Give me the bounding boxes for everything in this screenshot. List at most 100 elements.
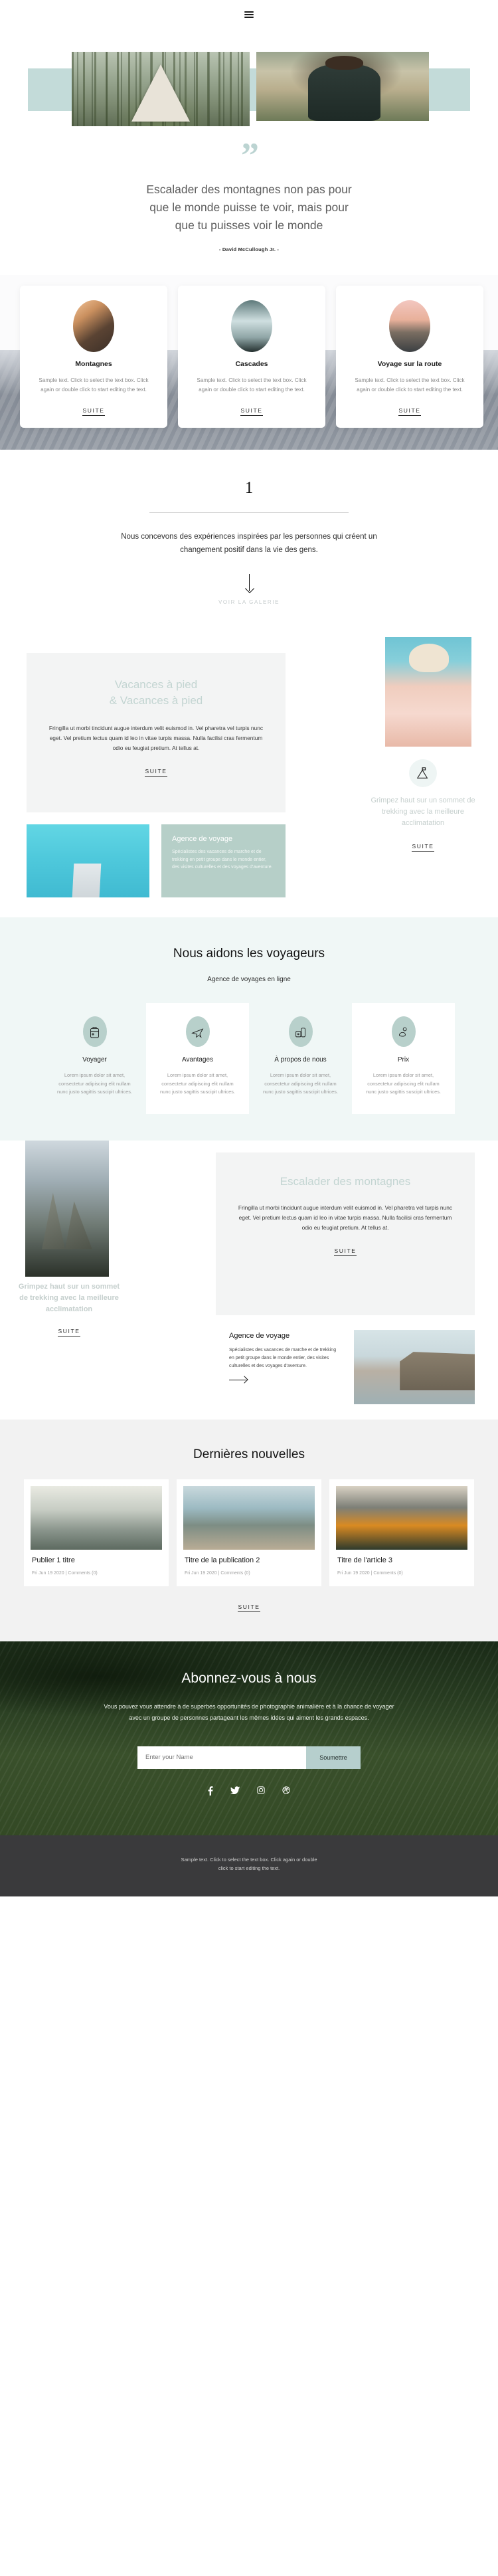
news-post-date: Fri Jun 19 2020 [337, 1570, 370, 1576]
card-title: Montagnes [75, 360, 112, 368]
footer-line-1: Sample text. Click to select the text bo… [181, 1856, 317, 1863]
rock-formation-photo [25, 1140, 109, 1277]
vacances-section: Vacances à pied & Vacances à pied Fringi… [0, 632, 498, 917]
quote-line-3: que tu puisses voir le monde [175, 219, 323, 232]
card-text: Sample text. Click to select the text bo… [39, 377, 149, 393]
helpers-subtitle: Agence de voyages en ligne [207, 976, 291, 983]
menu-bar-3 [244, 17, 254, 18]
instagram-icon[interactable] [257, 1786, 265, 1798]
subscribe-submit-button[interactable]: Soumettre [306, 1746, 361, 1769]
price-tag-icon [391, 1016, 416, 1047]
trekking-title: Grimpez haut sur un sommet de trekking a… [371, 796, 475, 827]
vacances-title-line-2: & Vacances à pied [109, 694, 203, 707]
intro-paragraph: Nous concevons des expériences inspirées… [121, 533, 377, 554]
escalader-section: Escalader des montagnes Fringilla ut mor… [0, 1140, 498, 1420]
news-card[interactable]: Publier 1 titre Fri Jun 19 2020 | Commen… [24, 1479, 169, 1586]
card-cascades[interactable]: Cascades Sample text. Click to select th… [178, 286, 325, 428]
quote-line-1: Escalader des montagnes non pas pour [146, 183, 352, 196]
woman-in-hat-photo [385, 637, 471, 747]
feature-title: Avantages [181, 1056, 214, 1063]
view-gallery-link[interactable]: VOIR LA GALERIE [0, 599, 498, 605]
card-more-link[interactable]: SUITE [240, 407, 263, 416]
trekking-title: Grimpez haut sur un sommet de trekking a… [18, 1282, 120, 1313]
feature-text: Lorem ipsum dolor sit amet, consectetur … [263, 1072, 338, 1095]
card-thumbnail-mountains [73, 300, 114, 352]
feature-text: Lorem ipsum dolor sit amet, consectetur … [57, 1072, 132, 1095]
escalader-panel: Escalader des montagnes Fringilla ut mor… [216, 1152, 475, 1315]
news-post-title[interactable]: Titre de l'article 3 [337, 1556, 467, 1564]
mountain-flag-icon [409, 759, 437, 787]
backpack-icon [82, 1016, 107, 1047]
news-card[interactable]: Titre de l'article 3 Fri Jun 19 2020 | C… [329, 1479, 474, 1586]
site-header [0, 0, 498, 29]
man-with-guitar-photo [256, 52, 429, 121]
guitar-illustration [256, 52, 429, 121]
card-voyage-sur-la-route[interactable]: Voyage sur la route Sample text. Click t… [336, 286, 483, 428]
feature-title: À propos de nous [274, 1056, 327, 1063]
vacances-title: Vacances à pied & Vacances à pied [46, 677, 266, 709]
news-post-title[interactable]: Publier 1 titre [32, 1556, 162, 1564]
card-montagnes[interactable]: Montagnes Sample text. Click to select t… [20, 286, 167, 428]
subscribe-name-input[interactable] [137, 1746, 306, 1769]
news-card[interactable]: Titre de la publication 2 Fri Jun 19 202… [177, 1479, 321, 1586]
pier-on-sea-photo [27, 824, 149, 897]
escalader-body: Fringilla ut morbi tincidunt augue inter… [238, 1204, 453, 1231]
feature-prix[interactable]: Prix Lorem ipsum dolor sit amet, consect… [352, 1003, 455, 1114]
vacances-title-line-1: Vacances à pied [114, 678, 198, 691]
escalader-more-link[interactable]: SUITE [334, 1247, 357, 1256]
social-links [0, 1786, 498, 1798]
twitter-icon[interactable] [230, 1786, 240, 1798]
divider [149, 512, 349, 513]
news-thumbnail-autumn [336, 1485, 467, 1550]
card-more-link[interactable]: SUITE [398, 407, 421, 416]
news-more-link[interactable]: SUITE [238, 1604, 260, 1612]
news-row: Publier 1 titre Fri Jun 19 2020 | Commen… [0, 1479, 498, 1586]
feature-text: Lorem ipsum dolor sit amet, consectetur … [366, 1072, 441, 1095]
agency-title: Agence de voyage [172, 835, 233, 843]
facebook-icon[interactable] [208, 1786, 213, 1798]
news-post-date: Fri Jun 19 2020 [32, 1570, 64, 1576]
quote-mark-icon: ” [241, 136, 259, 175]
features-row: Voyager Lorem ipsum dolor sit amet, cons… [0, 1003, 498, 1114]
subscribe-form: Soumettre [137, 1746, 361, 1769]
section-number: 1 [244, 479, 254, 497]
subscribe-title: Abonnez-vous à nous [181, 1670, 317, 1686]
feature-title: Prix [397, 1056, 410, 1063]
agency-teal-card[interactable]: Agence de voyage Spécialistes des vacanc… [161, 824, 286, 897]
arrow-down-icon [248, 574, 250, 591]
feature-voyager[interactable]: Voyager Lorem ipsum dolor sit amet, cons… [43, 1003, 146, 1114]
news-post-comments[interactable]: Comments (0) [373, 1571, 402, 1576]
feature-avantages[interactable]: Avantages Lorem ipsum dolor sit amet, co… [146, 1003, 249, 1114]
agency-text: Spécialistes des vacances de marche et d… [172, 850, 273, 870]
news-post-comments[interactable]: Comments (0) [68, 1571, 97, 1576]
card-thumbnail-road [389, 300, 430, 352]
news-section: Dernières nouvelles Publier 1 titre Fri … [0, 1419, 498, 1641]
card-more-link[interactable]: SUITE [82, 407, 105, 416]
news-thumbnail-coast [183, 1485, 315, 1550]
trekking-more-link[interactable]: SUITE [58, 1328, 80, 1336]
subscribe-section: Abonnez-vous à nous Vous pouvez vous att… [0, 1641, 498, 1835]
news-meta-separator: | [218, 1570, 220, 1576]
intro-section: 1 Nous concevons des expériences inspiré… [0, 450, 498, 632]
vacances-more-link[interactable]: SUITE [145, 768, 167, 777]
trekking-more-link[interactable]: SUITE [412, 843, 434, 852]
card-title: Cascades [235, 360, 268, 368]
news-meta-separator: | [65, 1570, 67, 1576]
airplane-icon [185, 1016, 210, 1047]
subscribe-text: Vous pouvez vous attendre à de superbes … [104, 1702, 394, 1721]
news-post-meta: Fri Jun 19 2020 | Comments (0) [185, 1571, 315, 1576]
escalader-trekking-highlight: Grimpez haut sur un sommet de trekking a… [16, 1281, 122, 1336]
news-post-title[interactable]: Titre de la publication 2 [185, 1556, 315, 1564]
menu-bar-1 [244, 11, 254, 13]
feature-a-propos-de-nous[interactable]: À propos de nous Lorem ipsum dolor sit a… [249, 1003, 352, 1114]
feature-cards-section: Image de Freepik Montagnes Sample text. … [0, 275, 498, 450]
dribbble-icon[interactable] [282, 1786, 290, 1798]
agency-text: Spécialistes des vacances de marche et d… [229, 1347, 337, 1368]
card-thumbnail-waterfall [231, 300, 272, 352]
news-post-comments[interactable]: Comments (0) [220, 1571, 250, 1576]
news-thumbnail-mountains [31, 1485, 162, 1550]
hamburger-menu-icon[interactable] [244, 9, 254, 19]
tent-in-forest-photo [72, 52, 250, 126]
vacances-panel: Vacances à pied & Vacances à pied Fringi… [27, 653, 286, 812]
vacances-body: Fringilla ut morbi tincidunt augue inter… [48, 725, 264, 751]
